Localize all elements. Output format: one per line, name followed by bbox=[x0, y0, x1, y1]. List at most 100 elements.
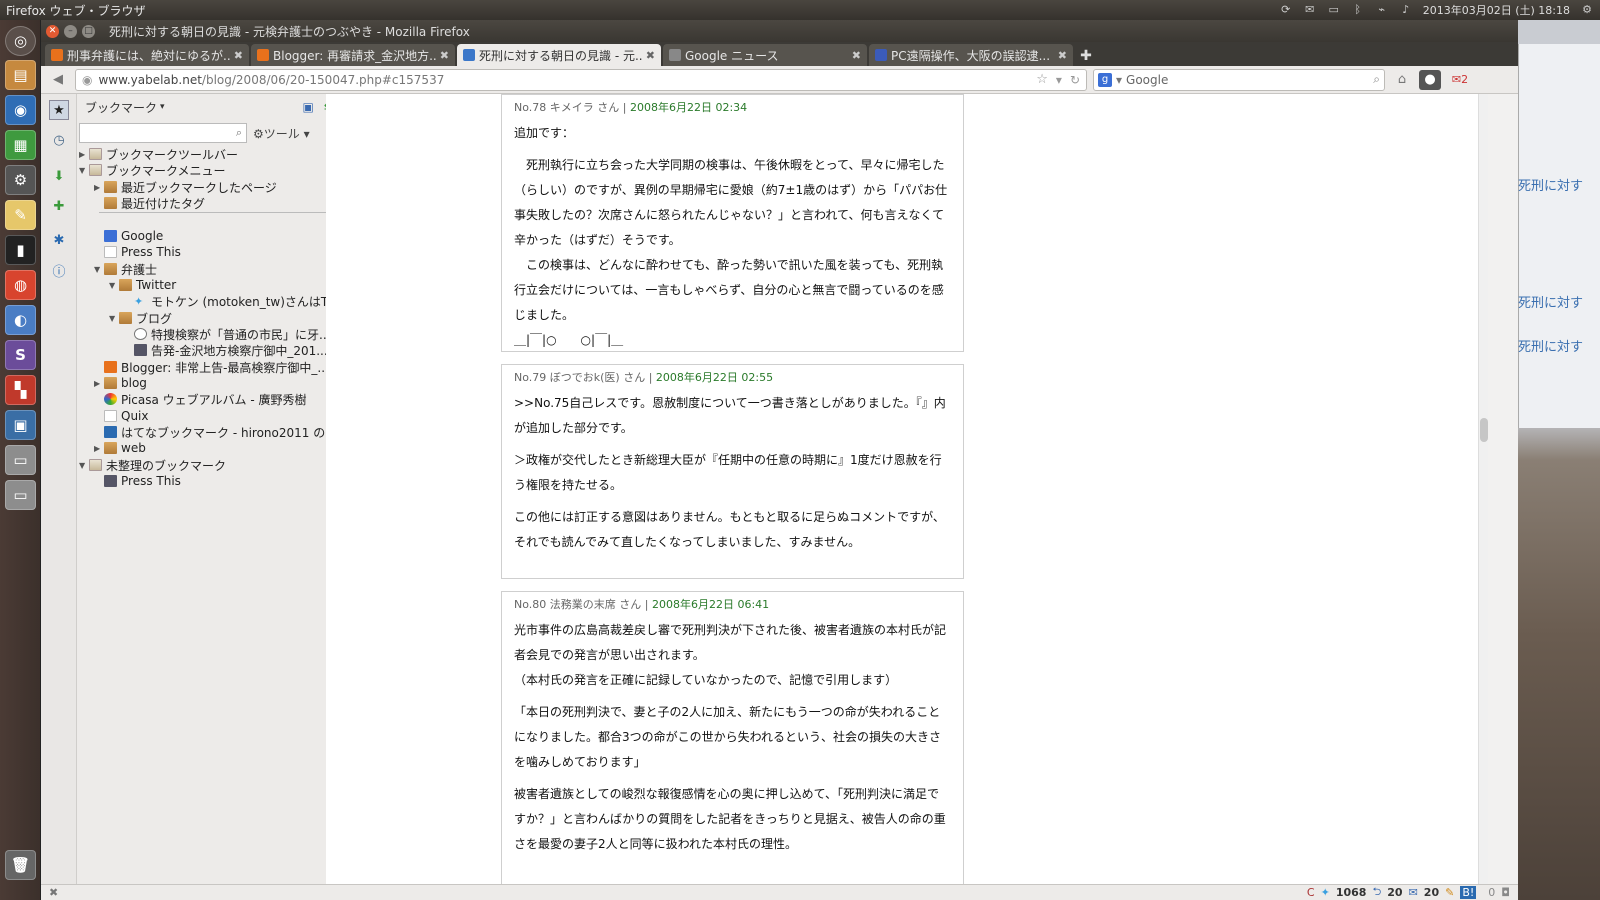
gear-icon[interactable]: ⚙ bbox=[1580, 4, 1594, 16]
files-icon[interactable]: ▤ bbox=[5, 60, 36, 90]
bookmark-item[interactable]: ▼ ブログ bbox=[109, 310, 172, 326]
mail-icon[interactable]: ✉ bbox=[1303, 4, 1317, 16]
chevron-down-icon[interactable]: ▾ bbox=[160, 102, 165, 112]
reply-icon[interactable]: ⮌ bbox=[1372, 883, 1381, 900]
scrollbar-thumb[interactable] bbox=[1480, 418, 1488, 442]
bookmark-item[interactable]: ▼ ブックマークメニュー bbox=[79, 162, 226, 178]
bookmark-item[interactable]: ▶ blog bbox=[94, 375, 147, 391]
dash-home-icon[interactable]: ◎ bbox=[5, 26, 36, 56]
text-editor-icon[interactable]: ✎ bbox=[5, 200, 36, 230]
close-tab-icon[interactable]: ✖ bbox=[1058, 49, 1067, 62]
chevron-right-icon[interactable]: ▶ bbox=[94, 183, 104, 192]
bookmark-item[interactable]: Google bbox=[94, 228, 163, 244]
reload-icon[interactable]: ↻ bbox=[1070, 73, 1080, 87]
back-button[interactable]: ◀ bbox=[47, 70, 69, 90]
tab-1[interactable]: Blogger: 再審請求_金沢地方... ✖ bbox=[251, 44, 455, 66]
battery-icon[interactable]: ▭ bbox=[1327, 4, 1341, 16]
close-tab-icon[interactable]: ✖ bbox=[234, 49, 243, 62]
addon-icon[interactable]: ● bbox=[1419, 69, 1441, 90]
close-tab-icon[interactable]: ✖ bbox=[646, 49, 655, 62]
sidebar-view-icon[interactable]: ▣ bbox=[303, 100, 314, 114]
chevron-down-icon[interactable]: ▼ bbox=[79, 166, 89, 175]
chevron-down-icon[interactable]: ▼ bbox=[79, 461, 89, 470]
terminal-icon[interactable]: ▮ bbox=[5, 235, 36, 265]
info-icon[interactable]: ⓘ bbox=[49, 260, 69, 280]
chevron-right-icon[interactable]: ▶ bbox=[94, 444, 104, 453]
page-content[interactable]: No.78 キメイラ さん | 2008年6月22日 02:34 追加です： 死… bbox=[326, 94, 1478, 884]
window-titlebar[interactable]: ✕ – □ 死刑に対する朝日の見識 - 元検弁護士のつぶやき - Mozilla… bbox=[41, 20, 1518, 42]
bookmark-item[interactable]: Press This bbox=[94, 244, 181, 260]
drive2-icon[interactable]: ▭ bbox=[5, 480, 36, 510]
minimize-window-button[interactable]: – bbox=[64, 24, 77, 38]
comment-date-link[interactable]: 2008年6月22日 02:34 bbox=[630, 101, 747, 114]
search-engine-dropdown-icon[interactable]: ▾ bbox=[1116, 73, 1122, 87]
download-icon[interactable]: ⬇ bbox=[49, 166, 69, 186]
firefox-icon[interactable]: ◉ bbox=[5, 95, 36, 125]
site-identity-icon[interactable]: ◉ bbox=[82, 73, 92, 87]
tab-4[interactable]: PC遠隔操作、大阪の誤認逮... ✖ bbox=[869, 44, 1073, 66]
tab-3[interactable]: Google ニュース ✖ bbox=[663, 44, 867, 66]
search-bar[interactable]: g ▾ Google ⌕ bbox=[1093, 68, 1385, 91]
bookmark-item[interactable]: 告発-金沢地方検察庁御中_201... bbox=[124, 342, 328, 358]
spreadsheet-icon[interactable]: ▦ bbox=[5, 130, 36, 160]
bookmarks-panel-icon[interactable]: ★ bbox=[49, 100, 69, 120]
search-icon[interactable]: ⌕ bbox=[1373, 72, 1380, 87]
chevron-down-icon[interactable]: ▼ bbox=[109, 281, 119, 290]
chevron-right-icon[interactable]: ▶ bbox=[79, 150, 89, 159]
bookmark-search-input[interactable]: ⌕ bbox=[79, 123, 247, 143]
history-icon[interactable]: ◷ bbox=[49, 130, 69, 150]
sidebar-title[interactable]: ブックマーク bbox=[85, 99, 157, 116]
workspace-icon[interactable]: ▣ bbox=[5, 410, 36, 440]
bookmark-item[interactable]: ▶ 最近ブックマークしたページ bbox=[94, 179, 277, 195]
chat-icon[interactable]: ◘ bbox=[1501, 886, 1510, 899]
bookmark-item[interactable]: ✦ モトケン (motoken_tw)さんはT... bbox=[124, 293, 338, 309]
volume-icon[interactable]: ♪ bbox=[1399, 4, 1413, 16]
close-window-button[interactable]: ✕ bbox=[46, 24, 59, 38]
chrome-icon[interactable]: ◍ bbox=[5, 270, 36, 300]
new-tab-button[interactable]: ✚ bbox=[1075, 46, 1097, 66]
home-icon[interactable]: ⌂ bbox=[1391, 70, 1413, 90]
addon-c-icon[interactable]: C bbox=[1307, 886, 1315, 899]
url-bar[interactable]: ◉ www.yabelab.net /blog/2008/06/20-15004… bbox=[75, 68, 1087, 91]
settings-icon[interactable]: ⚙ bbox=[5, 165, 36, 195]
chevron-down-icon[interactable]: ▼ bbox=[94, 265, 104, 274]
close-tab-icon[interactable]: ✖ bbox=[852, 49, 861, 62]
tab-0[interactable]: 刑事弁護には、絶対にゆるが... ✖ bbox=[45, 44, 249, 66]
google-engine-icon[interactable]: g bbox=[1098, 72, 1112, 87]
comment-date-link[interactable]: 2008年6月22日 02:55 bbox=[656, 371, 773, 384]
sync-icon[interactable]: ⟳ bbox=[1279, 4, 1293, 16]
hatena-icon[interactable]: B! bbox=[1460, 886, 1477, 899]
bookmark-item[interactable]: Blogger: 非常上告-最高検察庁御中_... bbox=[94, 359, 329, 375]
bookmark-item[interactable]: Picasa ウェブアルバム - 廣野秀樹 bbox=[94, 391, 307, 407]
bookmark-item[interactable]: ▶ web bbox=[94, 440, 146, 456]
vertical-scrollbar[interactable] bbox=[1478, 94, 1488, 884]
bluetooth-icon[interactable]: ᛒ bbox=[1351, 4, 1365, 16]
maximize-window-button[interactable]: □ bbox=[82, 24, 95, 38]
bookmark-item[interactable]: はてなブックマーク - hirono2011 のブ... bbox=[94, 424, 349, 440]
bookmark-item[interactable]: ▶ ブックマークツールバー bbox=[79, 146, 238, 162]
bookmark-star-icon[interactable]: ☆ bbox=[1036, 72, 1048, 87]
app-icon[interactable]: S bbox=[5, 340, 36, 370]
close-addon-bar-icon[interactable]: ✖ bbox=[49, 886, 58, 899]
bookmark-item[interactable]: ▼ Twitter bbox=[109, 277, 176, 293]
bookmark-item[interactable]: ▼ 弁護士 bbox=[94, 261, 157, 277]
bookmark-item[interactable]: Quix bbox=[94, 408, 149, 424]
puzzle-icon[interactable]: ✱ bbox=[49, 230, 69, 250]
trash-icon[interactable]: 🗑 bbox=[5, 850, 36, 880]
chevron-right-icon[interactable]: ▶ bbox=[94, 379, 104, 388]
tools-menu-button[interactable]: ⚙ツール ▾ bbox=[253, 125, 310, 142]
mail-icon[interactable]: ✉ bbox=[1409, 886, 1418, 899]
bookmark-item[interactable]: 特捜検察が「普通の市民」に牙... bbox=[124, 326, 330, 342]
drive-icon[interactable]: ▭ bbox=[5, 445, 36, 475]
browser-icon[interactable]: ◐ bbox=[5, 305, 36, 335]
close-tab-icon[interactable]: ✖ bbox=[440, 49, 449, 62]
bookmark-item[interactable]: Press This bbox=[94, 473, 181, 489]
tab-2[interactable]: 死刑に対する朝日の見識 - 元... ✖ bbox=[457, 44, 661, 66]
office-icon[interactable]: ▚ bbox=[5, 375, 36, 405]
dropdown-icon[interactable]: ▾ bbox=[1056, 73, 1062, 87]
addons-icon[interactable]: ✚ bbox=[49, 196, 69, 216]
chevron-down-icon[interactable]: ▼ bbox=[109, 314, 119, 323]
network-icon[interactable]: ⌁ bbox=[1375, 4, 1389, 16]
bookmark-item[interactable]: ▼ 未整理のブックマーク bbox=[79, 457, 226, 473]
comment-date-link[interactable]: 2008年6月22日 06:41 bbox=[652, 598, 769, 611]
